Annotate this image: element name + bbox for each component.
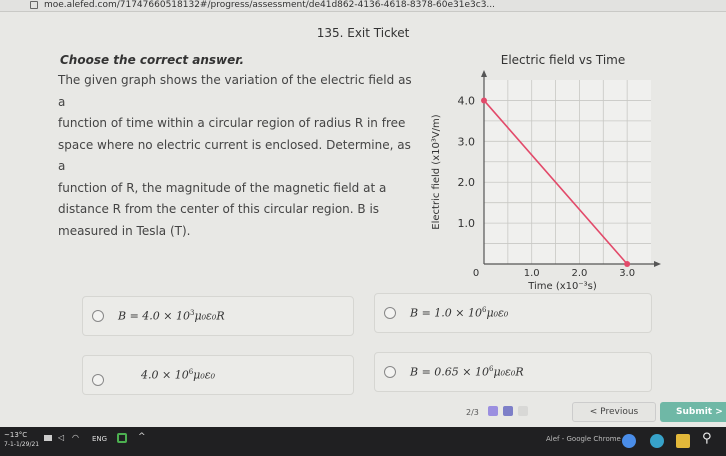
chevron-up-icon[interactable]: ^ — [138, 432, 146, 442]
date-text: 7-1-1/29/21 — [4, 441, 40, 448]
progress-counter: 2/3 — [466, 408, 479, 417]
plot-area — [484, 80, 651, 264]
browser-address-bar[interactable]: moe.alefed.com/71747660518132#/progress/… — [0, 0, 726, 12]
y-tick-label: 4.0 — [458, 94, 476, 107]
chrome-icon[interactable] — [622, 434, 636, 448]
data-point — [624, 261, 631, 267]
y-tick-label: 2.0 — [458, 176, 476, 189]
wifi-icon[interactable]: ◠ — [72, 433, 79, 442]
option-d[interactable]: B = 0.65 × 106μ₀ε₀R — [374, 352, 652, 392]
x-tick-label: 1.0 — [524, 268, 540, 279]
option-d-text[interactable]: B = 0.65 × 106μ₀ε₀R — [410, 365, 524, 379]
option-c-radio[interactable] — [92, 374, 104, 386]
progress-dot[interactable] — [488, 406, 498, 416]
volume-icon[interactable]: ◁ — [58, 433, 64, 442]
option-b-radio[interactable] — [384, 307, 396, 319]
option-a[interactable]: B = 4.0 × 103μ₀ε₀R — [82, 296, 354, 336]
folder-icon[interactable] — [676, 434, 690, 448]
taskbar: ~13°C 7-1-1/29/21 ◁ ◠ ENG ^ Alef - Googl… — [0, 427, 726, 456]
x-tick-label: 3.0 — [619, 268, 635, 279]
y-tick-label: 3.0 — [458, 135, 476, 148]
search-icon[interactable]: ⚲ — [702, 431, 712, 446]
question-navigation: 2/3 < Previous Submit > — [0, 388, 726, 427]
y-tick-label: 1.0 — [458, 217, 476, 230]
option-d-radio[interactable] — [384, 366, 396, 378]
question-line: measured in Tesla (T). — [58, 223, 191, 238]
app-icon[interactable] — [117, 433, 127, 443]
question-line: function of R, the magnitude of the magn… — [58, 180, 387, 195]
data-point — [481, 97, 487, 104]
x-tick-label: 2.0 — [571, 268, 587, 279]
x-axis-arrow — [654, 261, 661, 267]
question-line: The given graph shows the variation of t… — [58, 73, 412, 109]
electric-field-chart: Electric field vs Time 0 1.0 2.0 3.0 1.0 2.0 3.… — [426, 52, 661, 292]
question-line: space where no electric current is enclo… — [58, 137, 411, 174]
option-a-text[interactable]: B = 4.0 × 103μ₀ε₀R — [118, 309, 225, 323]
question-line: function of time within a circular regio… — [58, 116, 406, 130]
option-b-text[interactable]: B = 1.0 × 106μ₀ε₀ — [410, 306, 508, 320]
question-text: The given graph shows the variation of t… — [58, 70, 420, 242]
y-axis-label: Electric field (x10³V/m) — [431, 114, 442, 229]
chart-title: Electric field vs Time — [501, 53, 626, 67]
option-a-radio[interactable] — [92, 310, 104, 322]
active-window-title: Alef - Google Chrome — [546, 435, 621, 443]
url-text[interactable]: moe.alefed.com/71747660518132#/progress/… — [44, 0, 495, 10]
battery-icon[interactable] — [44, 435, 52, 441]
option-c-text[interactable]: 4.0 × 106μ₀ε₀ — [141, 368, 215, 382]
question-instruction: Choose the correct answer. — [60, 53, 245, 67]
language-indicator[interactable]: ENG — [92, 435, 107, 443]
weather-widget[interactable]: ~13°C — [4, 431, 27, 439]
x-axis-label: Time (x10⁻³s) — [527, 281, 597, 292]
option-b[interactable]: B = 1.0 × 106μ₀ε₀ — [374, 293, 652, 333]
y-axis-arrow — [481, 70, 487, 77]
progress-dot[interactable] — [503, 406, 513, 416]
question-line: distance R from the center of this circu… — [58, 202, 380, 216]
chart-svg: Electric field vs Time 0 1.0 2.0 3.0 1.0 2.0 3.… — [431, 53, 661, 292]
assessment-page: 135. Exit Ticket Choose the correct answ… — [0, 12, 726, 427]
page-title: 135. Exit Ticket — [316, 26, 410, 40]
site-info-icon[interactable] — [30, 1, 38, 9]
progress-dot[interactable] — [518, 406, 528, 416]
submit-button[interactable]: Submit > — [660, 402, 726, 422]
app-icon[interactable] — [650, 434, 664, 448]
previous-button[interactable]: < Previous — [572, 402, 656, 422]
x-tick-label: 0 — [473, 268, 479, 279]
